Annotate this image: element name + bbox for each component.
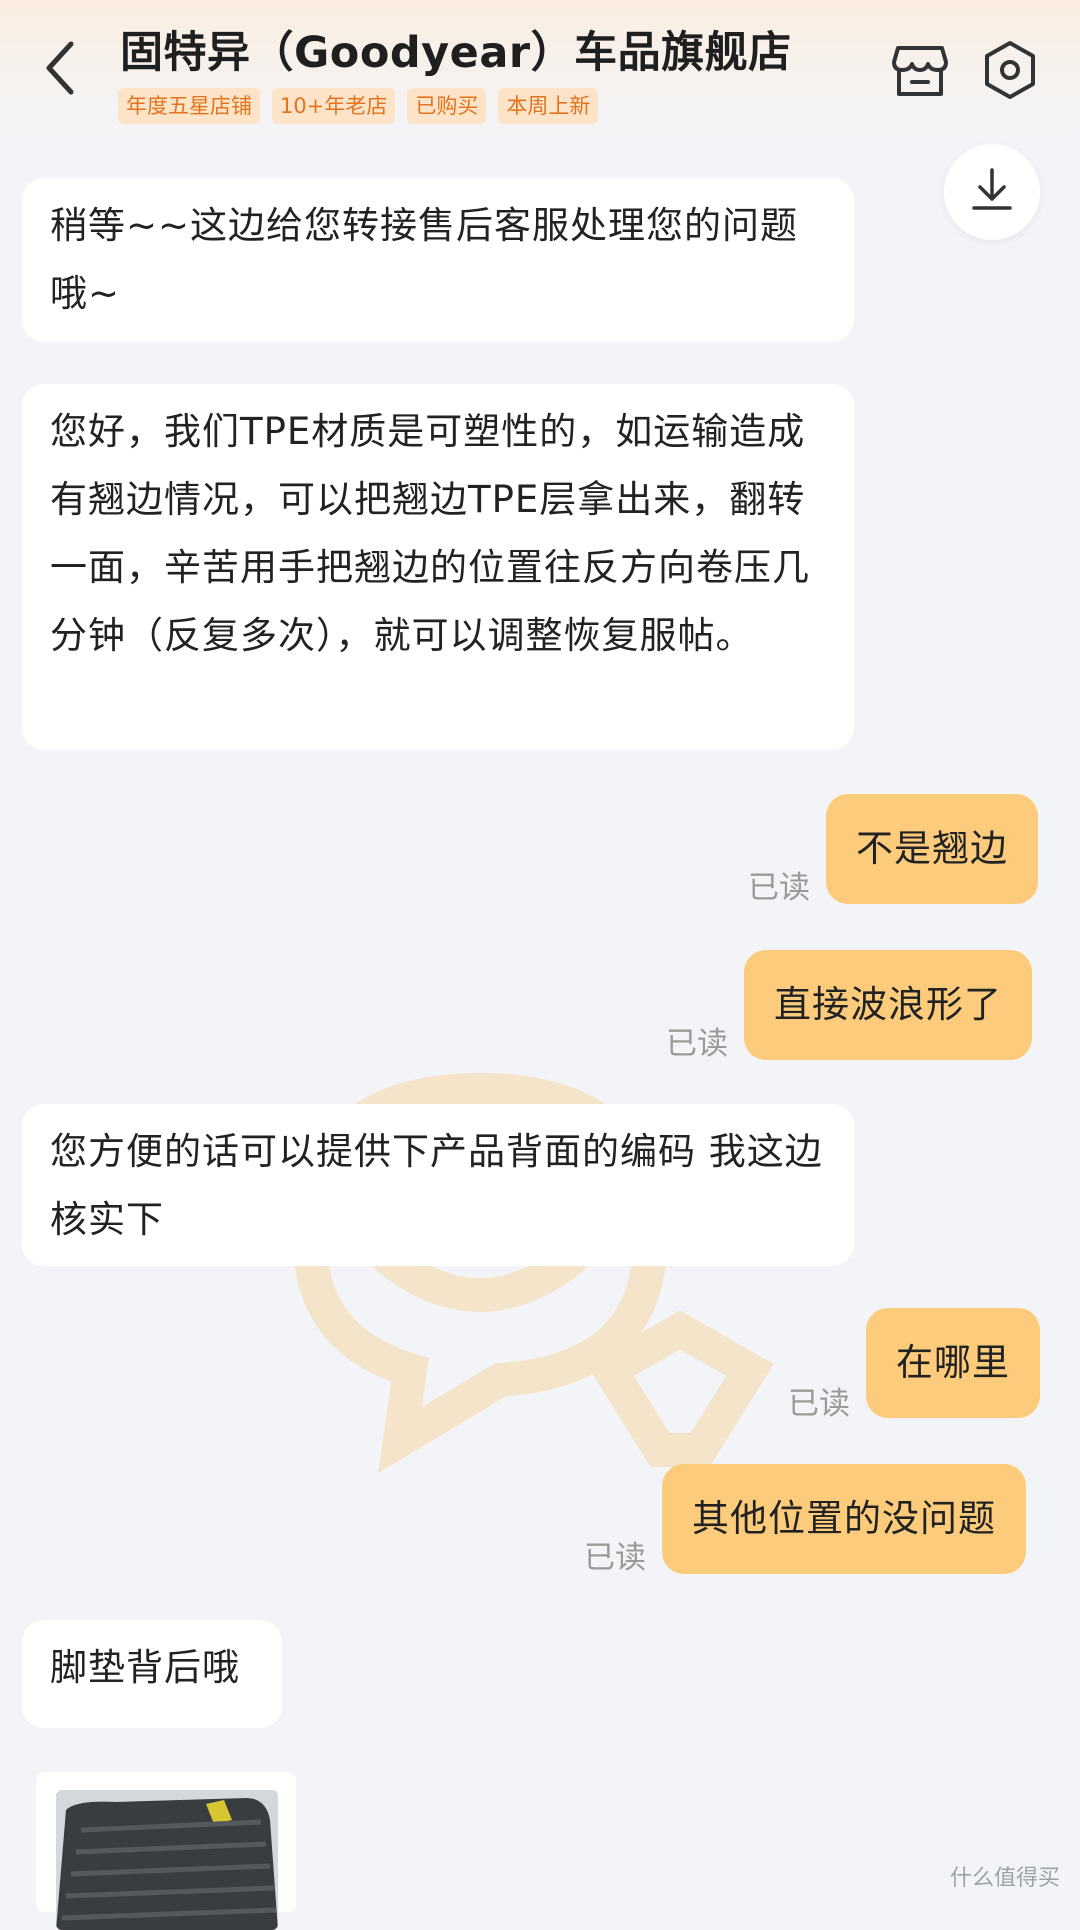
message-text: 直接波浪形了 <box>774 983 1002 1026</box>
badge-old-store: 10+年老店 <box>272 88 396 124</box>
chat-header: 固特异（Goodyear）车品旗舰店 年度五星店铺 10+年老店 已购买 本周上… <box>0 0 1080 140</box>
incoming-message: 脚垫背后哦 <box>22 1620 282 1728</box>
incoming-message: 您方便的话可以提供下产品背面的编码 我这边核实下 <box>22 1104 854 1266</box>
image-message[interactable] <box>36 1772 296 1930</box>
settings-button[interactable] <box>978 38 1042 102</box>
read-status: 已读 <box>788 1386 850 1422</box>
chevron-left-icon <box>43 40 77 100</box>
badge-five-star: 年度五星店铺 <box>118 88 260 124</box>
badge-new-this-week: 本周上新 <box>498 88 599 124</box>
shop-title[interactable]: 固特异（Goodyear）车品旗舰店 <box>120 18 820 80</box>
message-text: 脚垫背后哦 <box>50 1646 240 1689</box>
download-button[interactable] <box>944 144 1040 240</box>
read-status: 已读 <box>584 1540 646 1576</box>
site-watermark: 什么值得买 <box>950 1866 1061 1891</box>
floor-mat-photo <box>56 1790 278 1930</box>
outgoing-message: 直接波浪形了 <box>744 950 1032 1060</box>
message-text: 您好，我们TPE材质是可塑性的，如运输造成有翘边情况，可以把翘边TPE层拿出来，… <box>50 410 810 657</box>
shop-badges: 年度五星店铺 10+年老店 已购买 本周上新 <box>118 88 599 124</box>
outgoing-message: 不是翘边 <box>826 794 1038 904</box>
badge-purchased: 已购买 <box>407 88 487 124</box>
read-status: 已读 <box>666 1026 728 1062</box>
download-icon <box>970 166 1014 218</box>
incoming-message: 稍等~~这边给您转接售后客服处理您的问题哦~ <box>22 178 854 342</box>
outgoing-message: 其他位置的没问题 <box>662 1464 1026 1574</box>
incoming-message: 您好，我们TPE材质是可塑性的，如运输造成有翘边情况，可以把翘边TPE层拿出来，… <box>22 384 854 750</box>
store-icon <box>888 46 952 106</box>
gear-icon <box>978 41 1042 106</box>
outgoing-message: 在哪里 <box>866 1308 1040 1418</box>
message-text: 其他位置的没问题 <box>692 1497 996 1540</box>
back-button[interactable] <box>30 30 90 110</box>
message-text: 不是翘边 <box>856 827 1008 870</box>
read-status: 已读 <box>748 870 810 906</box>
message-text: 您方便的话可以提供下产品背面的编码 我这边核实下 <box>50 1130 823 1241</box>
message-text: 稍等~~这边给您转接售后客服处理您的问题哦~ <box>50 204 799 315</box>
store-button[interactable] <box>888 38 952 102</box>
message-text: 在哪里 <box>896 1341 1010 1384</box>
